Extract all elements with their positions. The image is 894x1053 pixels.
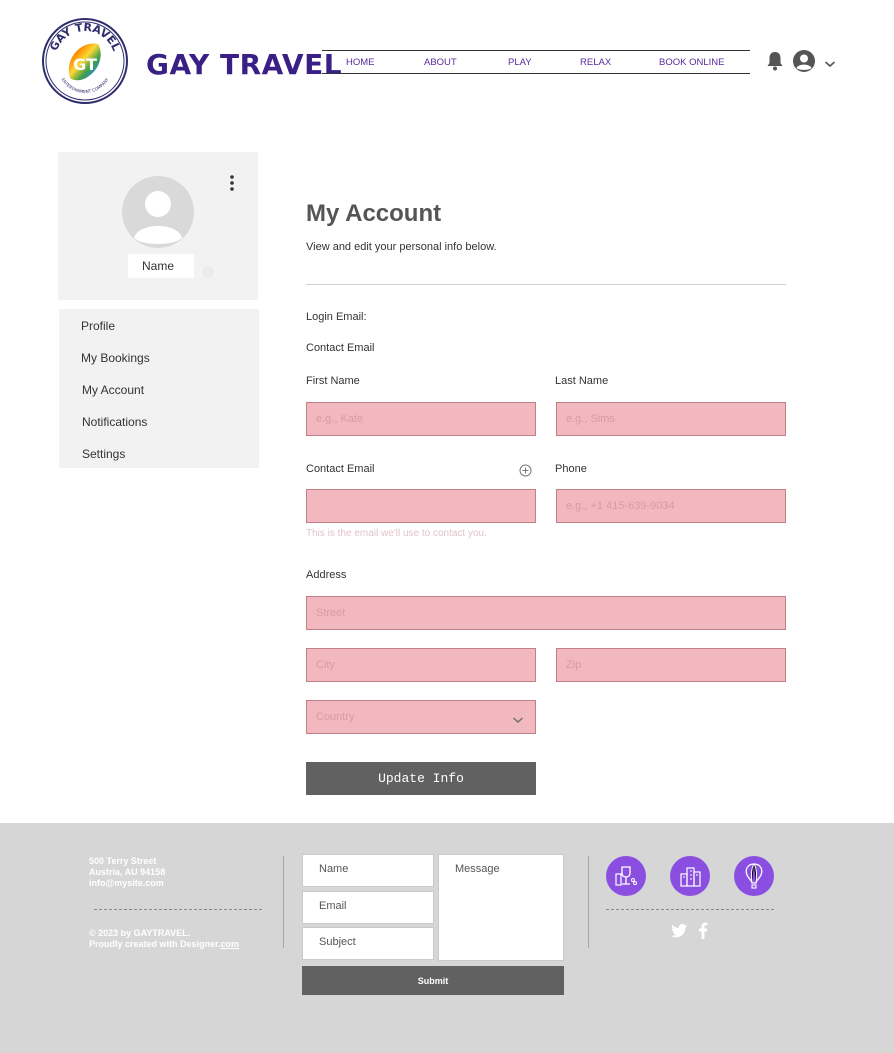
footer-email-input[interactable]: Email [302,891,434,924]
logo-monogram: GT [73,55,97,74]
footer-address-line1: 500 Terry Street [89,856,157,866]
last-name-label: Last Name [555,375,609,387]
nav-item-about[interactable]: ABOUT [424,57,457,68]
contact-email-helper: This is the email we'll use to contact y… [306,528,487,539]
footer-name-input[interactable]: Name [302,854,434,887]
address-label: Address [306,569,347,581]
chevron-down-icon[interactable] [512,712,524,724]
footer-credit: Proudly created with Designer.com [89,939,239,950]
city-input[interactable]: City [306,648,536,682]
footer-divider [94,909,262,910]
bell-icon[interactable] [766,51,784,71]
nav-item-play[interactable]: PLAY [508,57,532,68]
zip-input[interactable]: Zip [556,648,786,682]
city-icon[interactable] [670,856,710,896]
nav-item-relax[interactable]: RELAX [580,57,611,68]
section-divider [306,284,786,285]
menu-item-my-account[interactable]: My Account [82,383,144,397]
first-name-input[interactable]: e.g., Kate [306,402,536,436]
account-menu: Profile My Bookings My Account Notificat… [59,309,259,468]
footer-credit-link[interactable]: com [221,939,240,949]
hot-air-balloon-icon[interactable] [734,856,774,896]
page-title: My Account [306,200,442,227]
update-info-button[interactable]: Update Info [306,762,536,795]
facebook-icon[interactable] [698,922,708,939]
add-email-icon[interactable] [519,464,532,477]
contact-email-heading: Contact Email [306,342,375,354]
phone-label: Phone [555,463,587,475]
phone-input[interactable]: e.g., +1 415-639-9034 [556,489,786,523]
profile-name: Name [128,254,194,278]
menu-item-notifications[interactable]: Notifications [82,415,147,429]
nav-item-book-online[interactable]: BOOK ONLINE [659,57,724,68]
camera-icon[interactable] [200,265,216,279]
footer-separator [588,856,589,948]
footer-separator [283,856,284,948]
last-name-input[interactable]: e.g., Sims [556,402,786,436]
wine-icon[interactable] [606,856,646,896]
menu-item-profile[interactable]: Profile [81,319,115,333]
main-nav: HOME ABOUT PLAY RELAX BOOK ONLINE [322,50,750,74]
contact-email-label: Contact Email [306,463,375,475]
footer-subject-input[interactable]: Subject [302,927,434,960]
footer-email[interactable]: info@mysite.com [89,878,164,889]
footer-submit-button[interactable]: Submit [302,966,564,995]
footer-credit-text: Proudly created with Designer. [89,939,221,949]
login-email-label: Login Email: [306,311,367,323]
profile-avatar[interactable] [122,176,194,248]
first-name-label: First Name [306,375,360,387]
footer-address-line2: Austria, AU 94158 [89,867,166,877]
country-select[interactable]: Country [306,700,536,734]
street-input[interactable]: Street [306,596,786,630]
twitter-icon[interactable] [670,923,688,939]
menu-item-my-bookings[interactable]: My Bookings [81,351,150,365]
contact-email-input[interactable] [306,489,536,523]
footer-divider [606,909,774,910]
footer-copyright: © 2023 by GAYTRAVEL. [89,928,191,938]
footer-message-input[interactable]: Message [438,854,564,961]
page-subtitle: View and edit your personal info below. [306,241,497,253]
chevron-down-icon[interactable] [824,56,836,68]
site-name[interactable]: GAY TRAVEL [146,48,342,81]
more-options-icon[interactable] [226,173,238,193]
avatar-icon[interactable] [793,50,815,72]
nav-item-home[interactable]: HOME [346,57,375,68]
site-logo[interactable]: GAY TRAVEL ENTERTAINMENT COMPANY GT [42,18,128,104]
menu-item-settings[interactable]: Settings [82,447,125,461]
